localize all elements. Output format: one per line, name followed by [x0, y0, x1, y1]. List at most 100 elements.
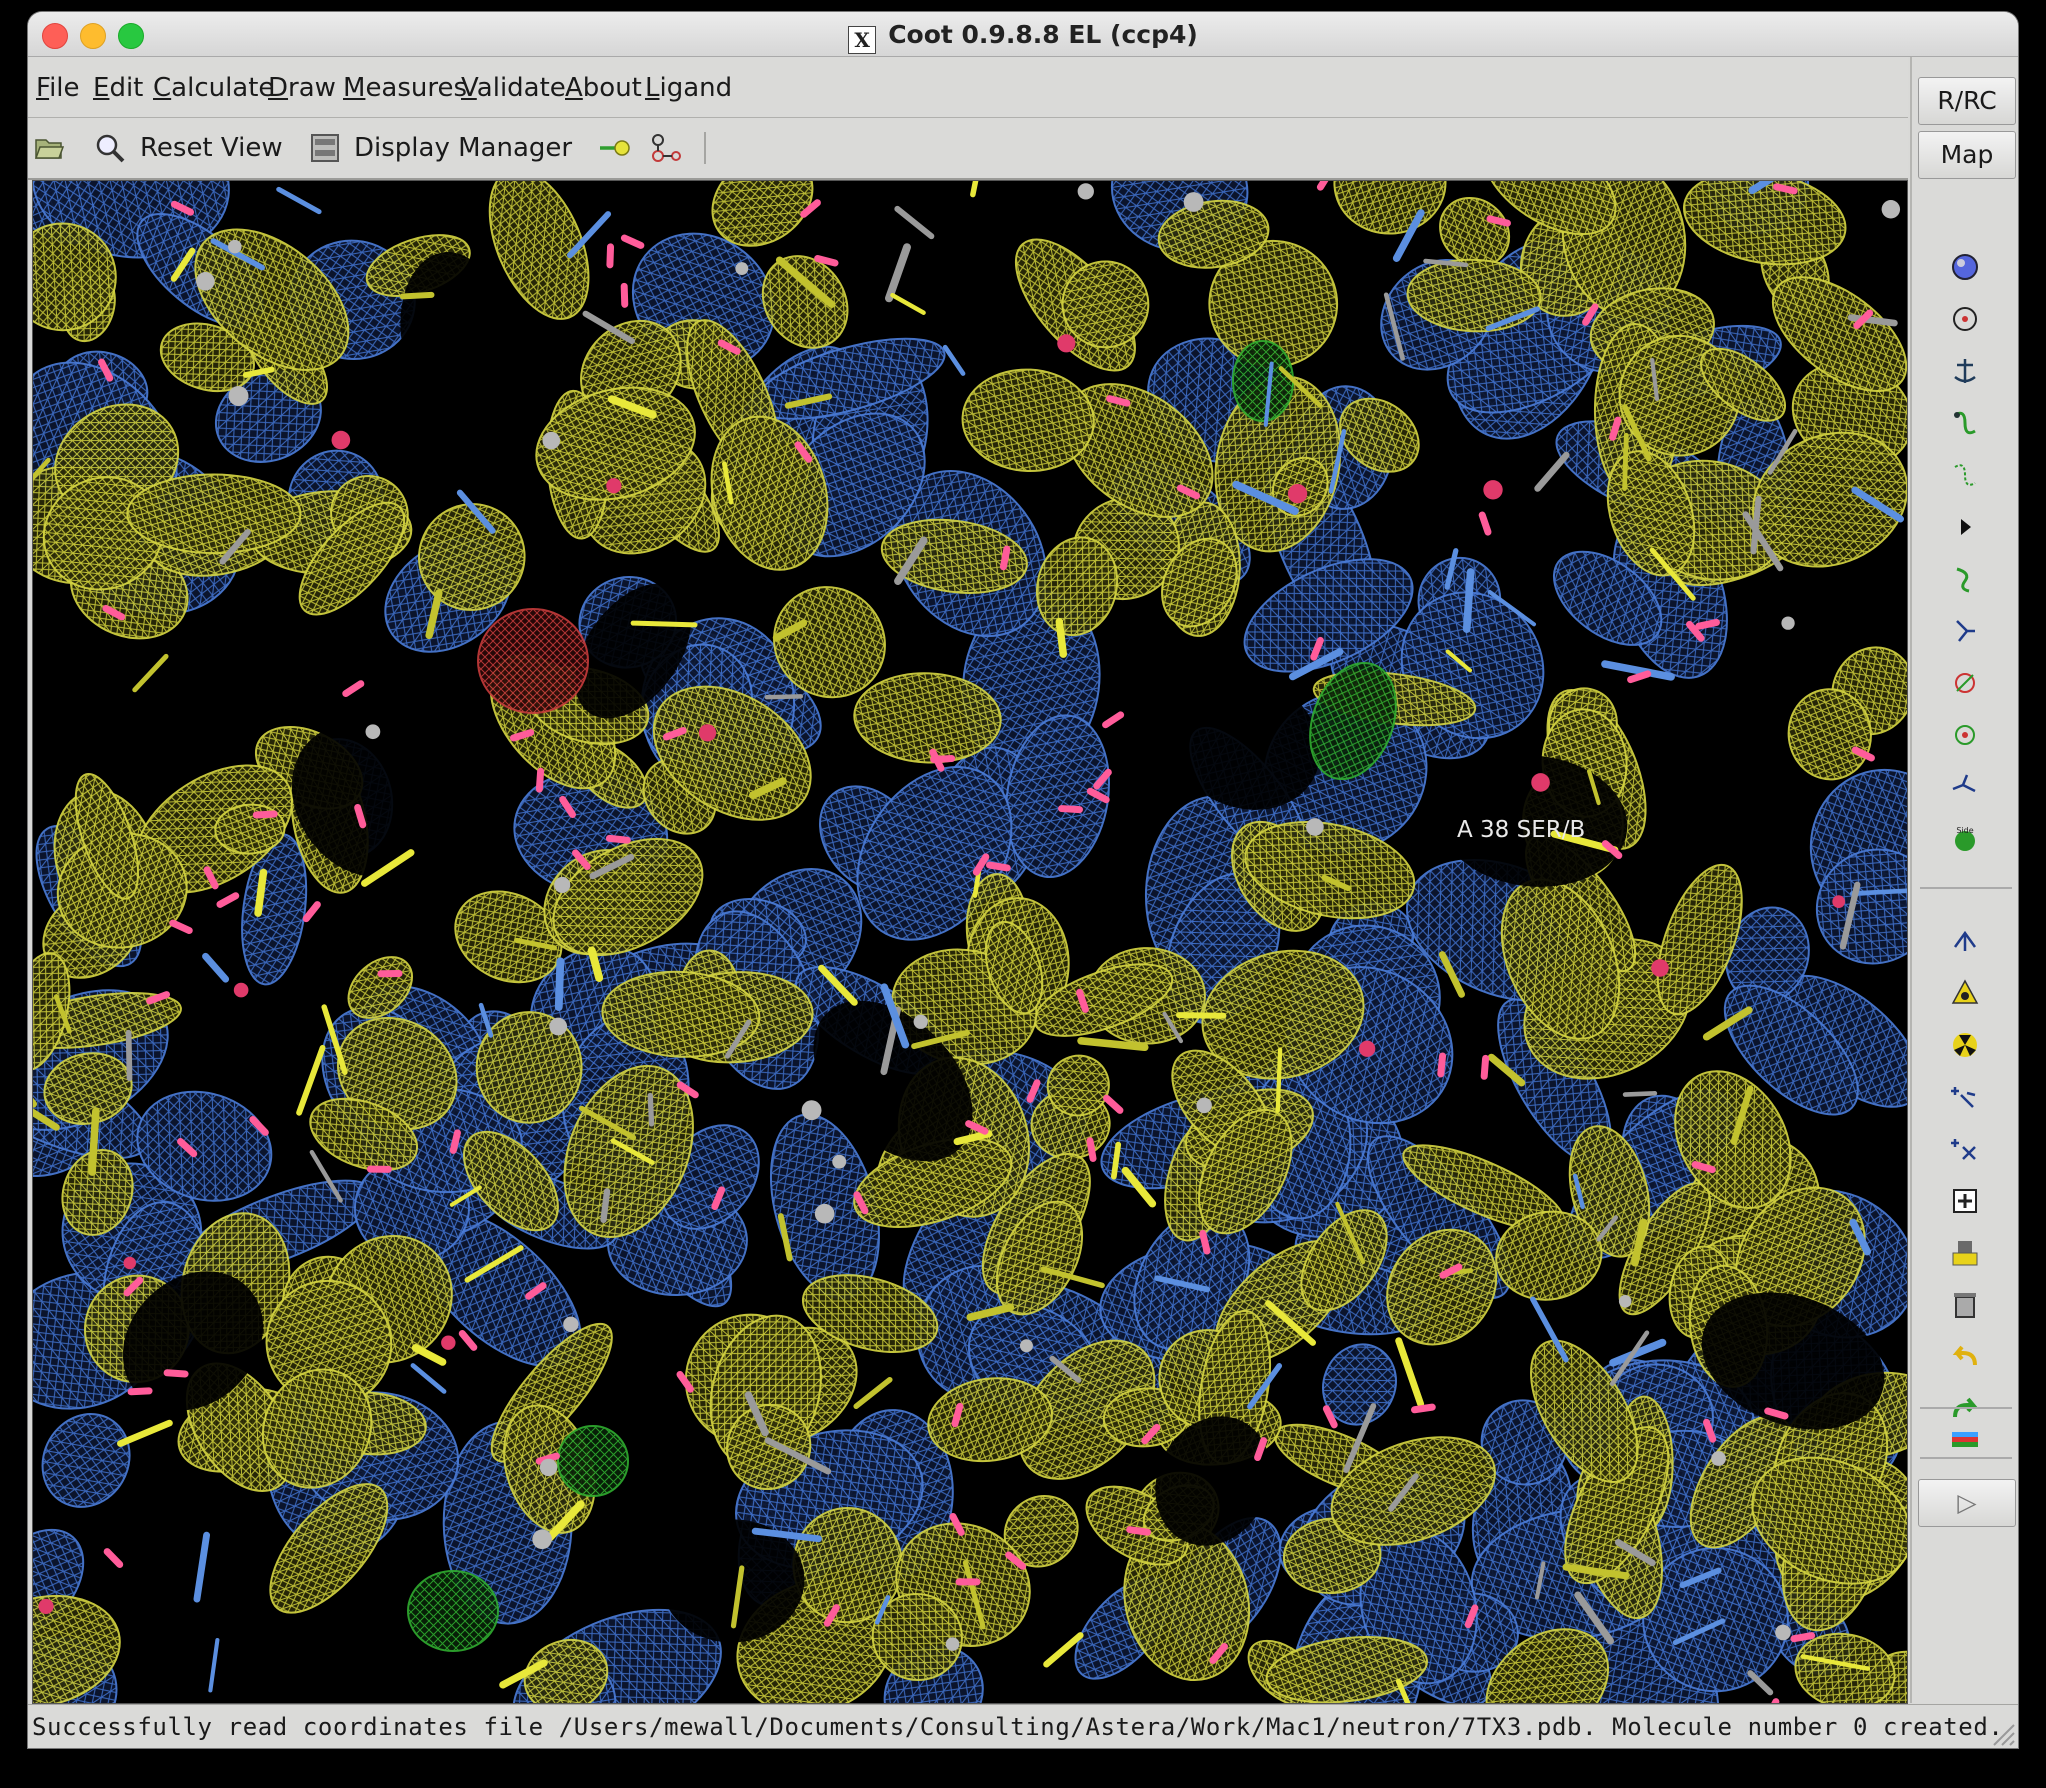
menu-calculate[interactable]: Calculate [153, 73, 274, 103]
ligand-builder-button[interactable] [650, 118, 698, 178]
oxygen-bond [1086, 1137, 1097, 1162]
sidebar-separator [1920, 1407, 2012, 1409]
display-manager-button[interactable]: Display Manager [310, 118, 572, 178]
clear-pending-button[interactable] [1942, 1179, 1988, 1223]
add-alt-conf-icon [1951, 1139, 1976, 1160]
side-chain-button[interactable]: Side [1942, 817, 1988, 861]
oxygen-bond [449, 1129, 461, 1154]
oxygen-bond [1773, 183, 1798, 195]
menu-validate[interactable]: Validate [461, 73, 566, 103]
regularize-button[interactable] [1942, 297, 1988, 341]
oxygen-bond [1437, 1052, 1447, 1078]
atom [606, 478, 622, 494]
go-to-atom-icon [600, 140, 630, 156]
atom [1359, 1040, 1376, 1057]
bond [630, 620, 698, 628]
flip-peptide-button[interactable] [1942, 557, 1988, 601]
backbone-torsion-icon [1952, 774, 1976, 793]
delete-button[interactable] [1942, 1023, 1988, 1067]
atom [331, 430, 351, 450]
atom [1019, 1339, 1033, 1353]
side-chain-icon: Side [1955, 826, 1975, 851]
positive-difference-blob [407, 1570, 499, 1652]
zoom-icon [96, 134, 125, 163]
bond [1849, 888, 1907, 896]
mutate-icon [1953, 930, 1977, 951]
add-terminal-residue-button[interactable] [1942, 1075, 1988, 1119]
atom [1651, 959, 1669, 977]
expand-toolbar-button[interactable]: ▷ [1918, 1479, 2016, 1527]
oxygen-bond [163, 1369, 189, 1378]
atom [1183, 192, 1204, 212]
toolbar: Reset View Display Manager [28, 118, 1908, 180]
go-to-atom-button[interactable] [598, 118, 646, 178]
delete-icon [1953, 1033, 1977, 1057]
bond [1055, 617, 1068, 658]
add-terminal-residue-icon [1951, 1087, 1976, 1108]
pin-button[interactable] [1942, 1231, 1988, 1275]
bond [1622, 1091, 1658, 1097]
toolbar-separator [704, 132, 706, 164]
oxygen-bond [1106, 395, 1131, 407]
menu-measures[interactable]: Measures [343, 73, 467, 103]
oxygen-bond [1199, 1230, 1211, 1255]
oxygen-bond [535, 767, 545, 793]
atom [549, 1017, 568, 1036]
edit-chi-angles-button[interactable] [1942, 661, 1988, 705]
refine-sphere-button[interactable] [1942, 245, 1988, 289]
atom [1287, 484, 1308, 504]
resize-grip-icon[interactable] [1988, 1719, 2016, 1747]
bond [764, 694, 804, 700]
menu-draw[interactable]: Draw [268, 73, 336, 103]
expand-arrow-button[interactable] [1942, 505, 1988, 549]
atom [123, 1256, 137, 1270]
trash-button[interactable] [1942, 1283, 1988, 1327]
toggle-bar-icon [1952, 1432, 1978, 1447]
oxygen-bond [1058, 805, 1084, 814]
atom [233, 982, 249, 998]
rigid-body-fit-icon [1954, 359, 1976, 383]
oxygen-bond [814, 255, 839, 267]
mutate-button[interactable] [1942, 919, 1988, 963]
atom [532, 1529, 552, 1550]
oxygen-bond [1695, 618, 1720, 630]
side-chain-180-button[interactable] [1942, 609, 1988, 653]
atom [1306, 818, 1324, 836]
display-manager-icon [311, 134, 339, 162]
electron-density-map [33, 181, 1907, 1703]
rigid-body-fit-button[interactable] [1942, 349, 1988, 393]
menu-edit[interactable]: Edit [93, 73, 143, 103]
rotamer-icon [1954, 464, 1976, 486]
menu-ligand[interactable]: Ligand [645, 73, 732, 103]
map-button[interactable]: Map [1918, 131, 2016, 179]
atom [365, 724, 381, 740]
real-space-refine-icon [1954, 411, 1976, 435]
title-bar[interactable]: X Coot 0.9.8.8 EL (ccp4) [28, 12, 2018, 57]
molecular-graphics-canvas[interactable]: A 38 SER/B [32, 180, 1908, 1704]
backbone-torsion-button[interactable] [1942, 765, 1988, 809]
open-coordinates-button[interactable] [34, 118, 78, 178]
toggle-bar-button[interactable] [1942, 1417, 1988, 1461]
add-alt-conf-button[interactable] [1942, 1127, 1988, 1171]
folder-open-icon [34, 139, 64, 159]
torsion-edit-button[interactable] [1942, 713, 1988, 757]
bond [1275, 1047, 1283, 1113]
menu-about[interactable]: About [565, 73, 642, 103]
oxygen-bond [1764, 1407, 1789, 1420]
undo-button[interactable] [1942, 1335, 1988, 1379]
place-atom-button[interactable] [1942, 971, 1988, 1015]
rotamer-button[interactable] [1942, 453, 1988, 497]
rrc-button[interactable]: R/RC [1918, 77, 2016, 125]
status-message: Successfully read coordinates file /User… [32, 1713, 2004, 1741]
atom [1531, 773, 1550, 792]
atom [1483, 480, 1503, 500]
atom [228, 239, 242, 254]
clear-pending-icon [1953, 1189, 1977, 1213]
reset-view-button[interactable]: Reset View [94, 118, 283, 178]
positive-difference-blob [1232, 340, 1294, 422]
atom [563, 1316, 579, 1332]
menu-file[interactable]: File [36, 73, 80, 103]
atom [698, 724, 717, 742]
atom [814, 1203, 835, 1224]
real-space-refine-button[interactable] [1942, 401, 1988, 445]
